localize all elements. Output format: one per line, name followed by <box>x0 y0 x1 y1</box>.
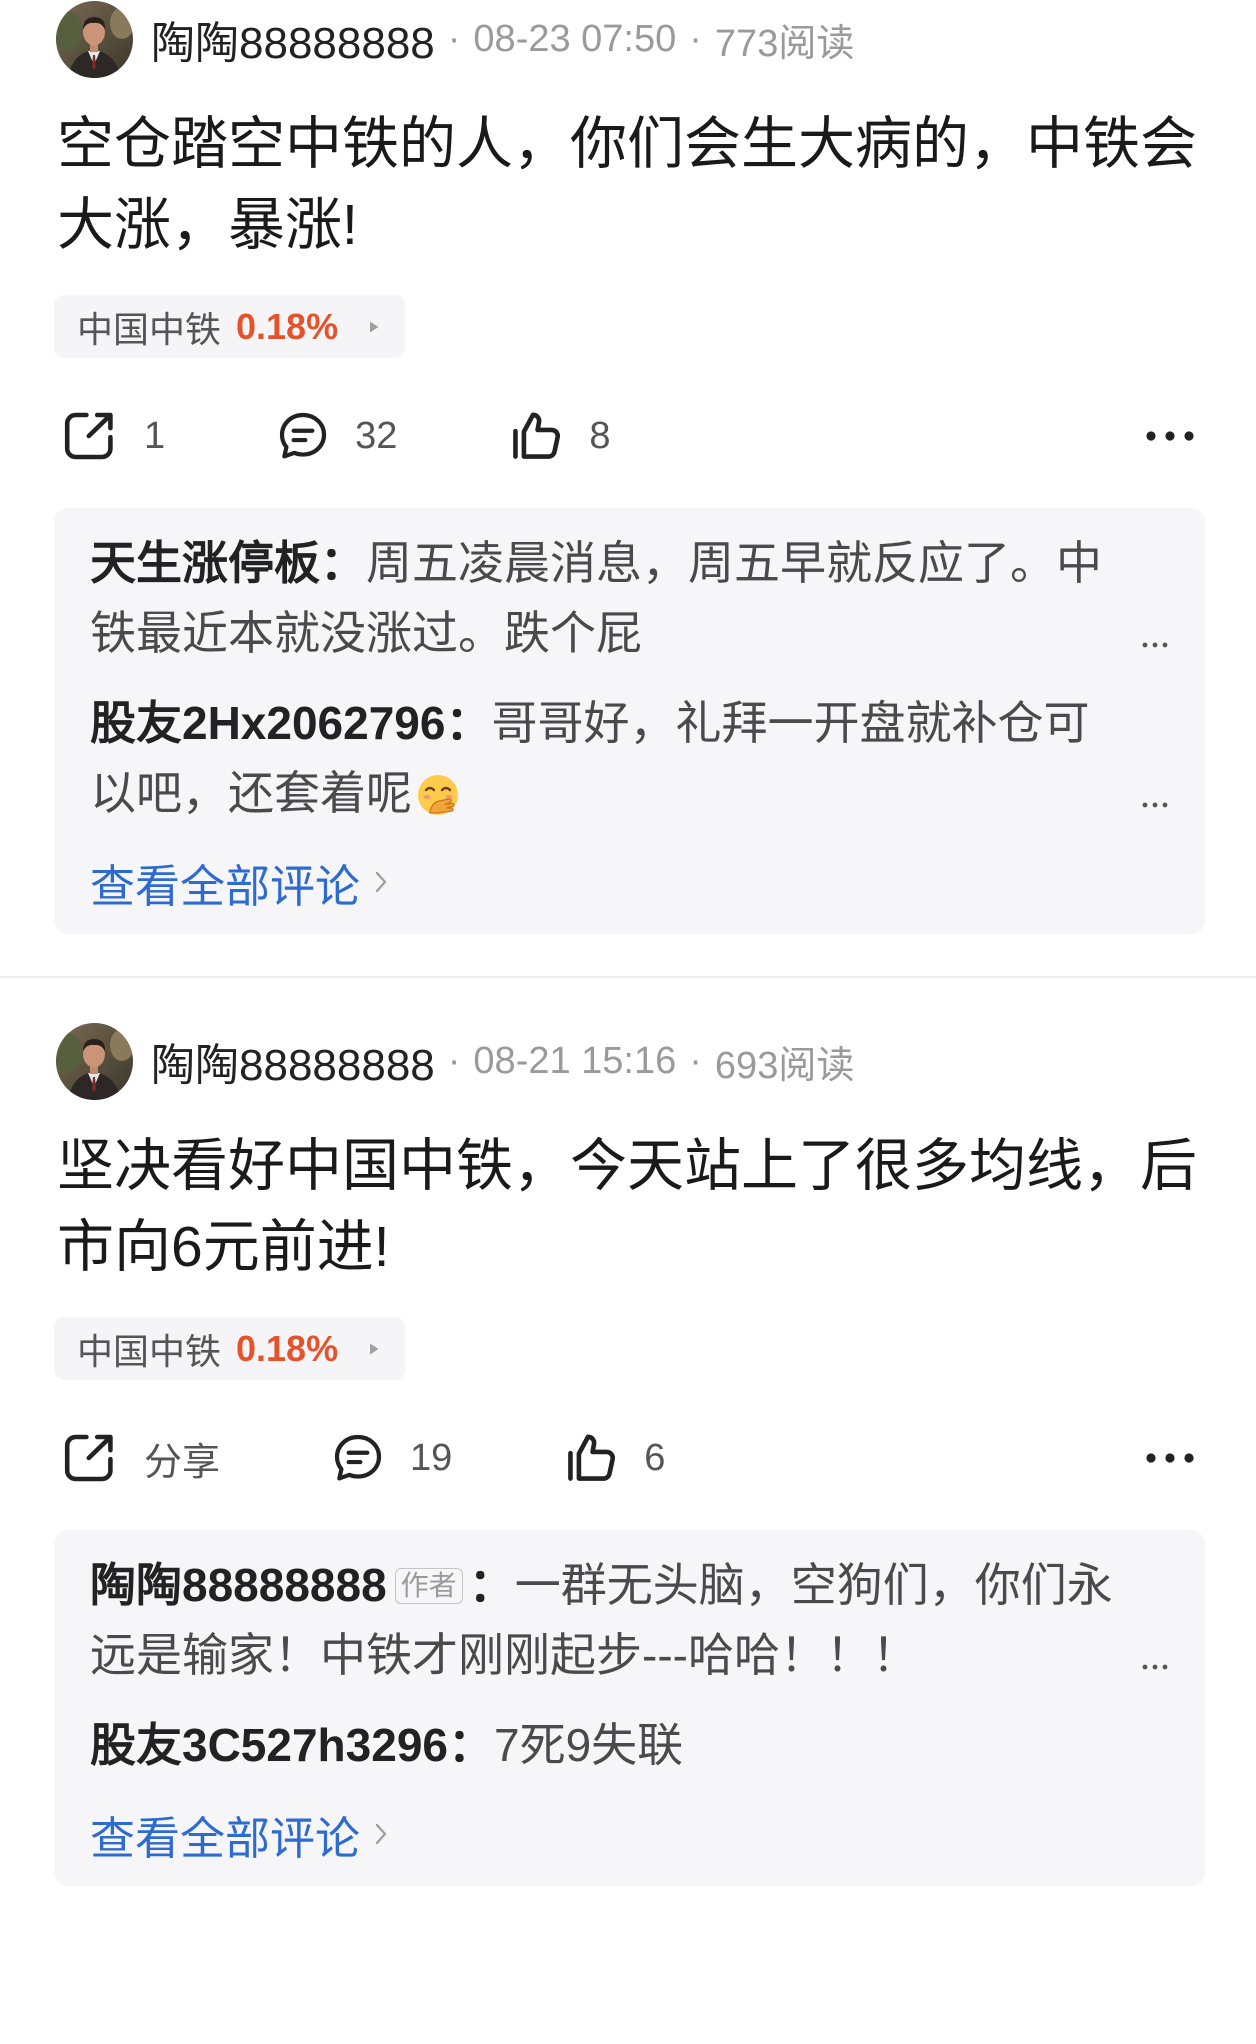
comment-text: 天生涨停板：周五凌晨消息，周五早就反应了。中铁最近本就没涨过。跌个屁 <box>90 528 1133 668</box>
comment-text: 股友3C527h3296：7死9失联 <box>90 1710 1133 1780</box>
stock-change: 0.18% <box>236 305 339 347</box>
avatar[interactable] <box>56 1022 133 1100</box>
comment-more-icon[interactable] <box>1141 641 1169 649</box>
view-all-comments-link[interactable]: 查看全部评论 <box>90 852 1169 912</box>
share-icon <box>64 1434 113 1482</box>
post-divider <box>0 976 1256 978</box>
comment-username[interactable]: 股友3C527h3296 <box>90 1719 448 1771</box>
share-count: 1 <box>144 414 166 457</box>
comment-button[interactable]: 32 <box>275 407 397 465</box>
comment-more-icon[interactable] <box>1141 801 1169 809</box>
post-card: 陶陶88888888 · 08-21 15:16 · 693阅读 坚决看好中国中… <box>0 1022 1256 2044</box>
comment-colon: ： <box>445 697 492 749</box>
comment-preview-box: 陶陶88888888 作者 ：一群无头脑，空狗们，你们永远是输家！中铁才刚刚起步--… <box>54 1530 1205 1886</box>
comment-more-icon[interactable] <box>1141 1663 1169 1671</box>
thumbs-up-icon <box>568 1434 616 1481</box>
read-count: 773阅读 <box>714 22 855 65</box>
post-content[interactable]: 坚决看好中国中铁，今天站上了很多均线，后市向6元前进! <box>57 1126 1217 1288</box>
share-button[interactable]: 分享 <box>60 1429 220 1487</box>
author-badge: 作者 <box>394 1568 463 1604</box>
comment-username[interactable]: 股友2Hx2062796 <box>90 697 445 749</box>
comment-preview-box: 天生涨停板：周五凌晨消息，周五早就反应了。中铁最近本就没涨过。跌个屁 股友2Hx… <box>54 508 1205 934</box>
meta-separator: · <box>447 17 461 60</box>
like-count: 6 <box>644 1436 666 1479</box>
meta-separator: · <box>447 1039 461 1082</box>
face-with-hand-over-mouth-icon <box>418 775 458 815</box>
post-content[interactable]: 空仓踏空中铁的人，你们会生大病的，中铁会大涨，暴涨! <box>57 104 1217 266</box>
comment-item[interactable]: 陶陶88888888 作者 ：一群无头脑，空狗们，你们永远是输家！中铁才刚刚起步--… <box>90 1550 1169 1690</box>
post-header: 陶陶88888888 · 08-21 15:16 · 693阅读 <box>56 1022 854 1100</box>
chevron-right-icon <box>375 871 387 893</box>
share-button[interactable]: 1 <box>60 407 165 465</box>
comment-item[interactable]: 股友2Hx2062796：哥哥好，礼拜一开盘就补仓可以吧，还套着呢 <box>90 688 1169 828</box>
stock-tag[interactable]: 中国中铁 0.18% <box>54 1317 406 1380</box>
like-button[interactable]: 6 <box>562 1429 665 1487</box>
view-all-label: 查看全部评论 <box>90 1812 361 1864</box>
more-dots-icon[interactable] <box>1145 1452 1195 1464</box>
post-header: 陶陶88888888 · 08-23 07:50 · 773阅读 <box>56 0 854 78</box>
avatar[interactable] <box>56 0 133 78</box>
share-icon <box>64 412 113 460</box>
author-name[interactable]: 陶陶88888888 <box>151 1029 435 1093</box>
comment-button[interactable]: 19 <box>330 1429 452 1487</box>
comment-text: 陶陶88888888 作者 ：一群无头脑，空狗们，你们永远是输家！中铁才刚刚起步--… <box>90 1550 1133 1690</box>
comment-colon: ： <box>320 537 366 589</box>
more-dots-icon[interactable] <box>1145 430 1195 442</box>
meta-separator: · <box>689 17 702 60</box>
stock-change: 0.18% <box>236 1327 339 1369</box>
view-all-comments-link[interactable]: 查看全部评论 <box>90 1804 1169 1864</box>
view-all-label: 查看全部评论 <box>90 860 361 912</box>
comment-icon <box>334 1434 382 1481</box>
comment-item[interactable]: 天生涨停板：周五凌晨消息，周五早就反应了。中铁最近本就没涨过。跌个屁 <box>90 528 1169 668</box>
post-meta: · 08-21 15:16 · 693阅读 <box>435 1034 855 1089</box>
comment-username[interactable]: 陶陶88888888 <box>90 1559 387 1611</box>
stock-tag[interactable]: 中国中铁 0.18% <box>54 295 406 358</box>
author-name[interactable]: 陶陶88888888 <box>151 7 435 71</box>
share-label: 分享 <box>144 1441 221 1484</box>
post-date: 08-23 07:50 <box>473 17 677 60</box>
comment-colon: ： <box>468 1559 515 1611</box>
comment-text: 股友2Hx2062796：哥哥好，礼拜一开盘就补仓可以吧，还套着呢 <box>90 688 1133 828</box>
caret-right-icon <box>370 1343 379 1354</box>
comment-colon: ： <box>447 1719 494 1771</box>
stock-name: 中国中铁 <box>77 1330 222 1372</box>
post-card: 陶陶88888888 · 08-23 07:50 · 773阅读 空仓踏空中铁的… <box>0 0 1256 1022</box>
like-count: 8 <box>589 414 611 457</box>
caret-right-icon <box>370 321 379 332</box>
post-date: 08-21 15:16 <box>473 1039 677 1082</box>
action-bar: 分享 19 6 <box>60 1429 775 1487</box>
post-meta: · 08-23 07:50 · 773阅读 <box>435 12 855 67</box>
chevron-right-icon <box>375 1823 387 1845</box>
meta-separator: · <box>689 1039 702 1082</box>
comment-username[interactable]: 天生涨停板 <box>90 537 320 589</box>
comment-count: 32 <box>355 414 398 457</box>
comment-item[interactable]: 股友3C527h3296：7死9失联 <box>90 1710 1169 1780</box>
comment-icon <box>280 412 327 459</box>
stock-name: 中国中铁 <box>77 308 222 350</box>
thumbs-up-icon <box>513 412 561 459</box>
comment-body: 7死9失联 <box>493 1719 684 1771</box>
like-button[interactable]: 8 <box>507 407 611 465</box>
read-count: 693阅读 <box>714 1044 855 1087</box>
comment-count: 19 <box>410 1436 453 1479</box>
action-bar: 1 32 8 <box>60 407 721 465</box>
